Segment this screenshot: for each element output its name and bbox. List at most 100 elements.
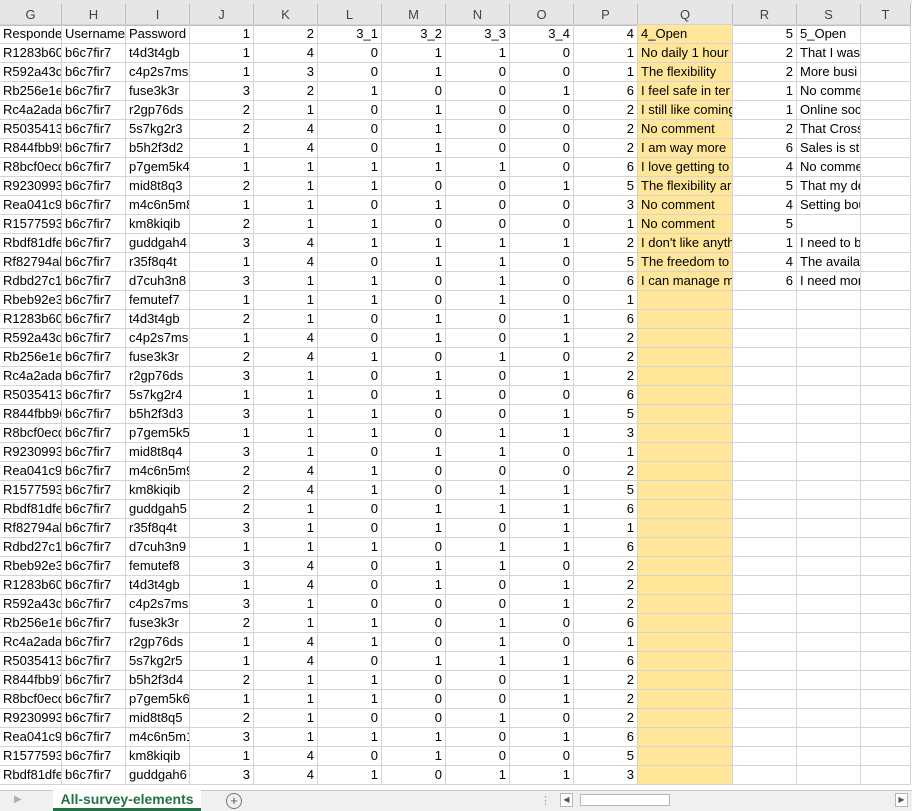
cell-j[interactable]: 1	[190, 253, 254, 272]
cell-s[interactable]	[797, 728, 861, 747]
cell-m[interactable]: 1	[382, 386, 446, 405]
cell-k[interactable]: 1	[254, 291, 318, 310]
cell-o[interactable]: 0	[510, 272, 574, 291]
cell-n[interactable]: 1	[446, 424, 510, 443]
cell-j[interactable]: 3	[190, 272, 254, 291]
cell-o[interactable]: 1	[510, 595, 574, 614]
cell-h[interactable]: b6c7fir7	[62, 424, 126, 443]
cell-t[interactable]	[861, 272, 911, 291]
cell-g[interactable]: R8bcf0ecd	[0, 424, 62, 443]
cell-p[interactable]: 1	[574, 443, 638, 462]
cell-k[interactable]: 4	[254, 348, 318, 367]
cell-t[interactable]	[861, 690, 911, 709]
cell-h[interactable]: b6c7fir7	[62, 728, 126, 747]
cell-r[interactable]	[733, 386, 797, 405]
cell-r[interactable]: 6	[733, 272, 797, 291]
cell-m[interactable]: 1	[382, 234, 446, 253]
cell-s[interactable]	[797, 538, 861, 557]
cell-l[interactable]: 0	[318, 500, 382, 519]
cell-r[interactable]	[733, 728, 797, 747]
cell-t[interactable]	[861, 158, 911, 177]
cell-l[interactable]: 1	[318, 538, 382, 557]
cell-p[interactable]: 5	[574, 747, 638, 766]
cell-r[interactable]	[733, 519, 797, 538]
cell-i[interactable]: mid8t8q5	[126, 709, 190, 728]
cell-i[interactable]: b5h2f3d4	[126, 671, 190, 690]
cell-g[interactable]: R9230993c	[0, 177, 62, 196]
cell-k[interactable]: 1	[254, 196, 318, 215]
cell-p[interactable]: 1	[574, 63, 638, 82]
cell-o[interactable]: 1	[510, 519, 574, 538]
cell-i[interactable]: c4p2s7ms	[126, 329, 190, 348]
cell-h[interactable]: b6c7fir7	[62, 633, 126, 652]
cell-m[interactable]: 1	[382, 44, 446, 63]
cell-n[interactable]: 3_3	[446, 25, 510, 44]
cell-q[interactable]: 4_Open	[638, 25, 733, 44]
cell-o[interactable]: 3_4	[510, 25, 574, 44]
cell-r[interactable]: 4	[733, 196, 797, 215]
cell-t[interactable]	[861, 405, 911, 424]
cell-p[interactable]: 3	[574, 766, 638, 785]
cell-t[interactable]	[861, 595, 911, 614]
cell-g[interactable]: Rdbd27c13	[0, 272, 62, 291]
scrollbar-thumb[interactable]	[580, 794, 670, 806]
cell-k[interactable]: 1	[254, 690, 318, 709]
cell-j[interactable]: 1	[190, 329, 254, 348]
cell-m[interactable]: 1	[382, 329, 446, 348]
cell-r[interactable]	[733, 576, 797, 595]
cell-q[interactable]	[638, 690, 733, 709]
cell-n[interactable]: 0	[446, 310, 510, 329]
cell-j[interactable]: 3	[190, 595, 254, 614]
cell-t[interactable]	[861, 63, 911, 82]
cell-l[interactable]: 0	[318, 519, 382, 538]
cell-t[interactable]	[861, 101, 911, 120]
cell-k[interactable]: 3	[254, 63, 318, 82]
cell-q[interactable]	[638, 766, 733, 785]
cell-p[interactable]: 3	[574, 424, 638, 443]
cell-l[interactable]: 1	[318, 158, 382, 177]
cell-q[interactable]	[638, 310, 733, 329]
cell-r[interactable]: 5	[733, 25, 797, 44]
cell-r[interactable]	[733, 462, 797, 481]
cell-r[interactable]	[733, 481, 797, 500]
cell-h[interactable]: b6c7fir7	[62, 690, 126, 709]
cell-m[interactable]: 1	[382, 63, 446, 82]
cell-m[interactable]: 0	[382, 481, 446, 500]
cell-p[interactable]: 6	[574, 158, 638, 177]
cell-j[interactable]: 3	[190, 405, 254, 424]
cell-j[interactable]: 2	[190, 709, 254, 728]
cell-r[interactable]: 2	[733, 120, 797, 139]
cell-t[interactable]	[861, 177, 911, 196]
cell-s[interactable]	[797, 595, 861, 614]
cell-o[interactable]: 0	[510, 139, 574, 158]
cell-m[interactable]: 1	[382, 139, 446, 158]
cell-h[interactable]: b6c7fir7	[62, 63, 126, 82]
cell-s[interactable]	[797, 215, 861, 234]
cell-g[interactable]: R8bcf0ecd	[0, 690, 62, 709]
cell-m[interactable]: 1	[382, 728, 446, 747]
cell-h[interactable]: b6c7fir7	[62, 557, 126, 576]
cell-g[interactable]: R844fbb95	[0, 139, 62, 158]
cell-h[interactable]: b6c7fir7	[62, 747, 126, 766]
cell-g[interactable]: Rf82794ab	[0, 519, 62, 538]
cell-j[interactable]: 2	[190, 177, 254, 196]
cell-o[interactable]: 0	[510, 462, 574, 481]
cell-p[interactable]: 2	[574, 671, 638, 690]
cell-i[interactable]: m4c6n5m9	[126, 462, 190, 481]
cell-l[interactable]: 0	[318, 63, 382, 82]
cell-l[interactable]: 0	[318, 196, 382, 215]
cell-j[interactable]: 2	[190, 462, 254, 481]
cell-h[interactable]: b6c7fir7	[62, 481, 126, 500]
cell-k[interactable]: 4	[254, 139, 318, 158]
cell-m[interactable]: 1	[382, 196, 446, 215]
cell-g[interactable]: Rdbd27c14	[0, 538, 62, 557]
cell-r[interactable]	[733, 709, 797, 728]
cell-j[interactable]: 1	[190, 576, 254, 595]
cell-t[interactable]	[861, 329, 911, 348]
cell-g[interactable]: R844fbb96	[0, 405, 62, 424]
cell-j[interactable]: 3	[190, 367, 254, 386]
cell-q[interactable]	[638, 633, 733, 652]
cell-r[interactable]	[733, 405, 797, 424]
cell-o[interactable]: 1	[510, 538, 574, 557]
cell-t[interactable]	[861, 120, 911, 139]
